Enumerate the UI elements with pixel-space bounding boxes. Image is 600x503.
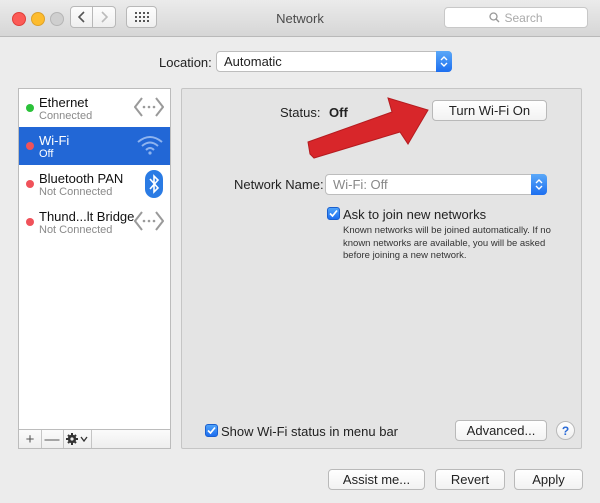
service-status: Connected: [39, 110, 93, 122]
service-status: Off: [39, 148, 54, 160]
network-name-select[interactable]: Wi-Fi: Off: [325, 174, 547, 195]
status-dot: [26, 180, 34, 188]
help-button[interactable]: ?: [556, 421, 575, 440]
service-item-bluetooth-pan[interactable]: Bluetooth PAN Not Connected: [19, 165, 170, 203]
service-item-wifi[interactable]: Wi-Fi Off: [19, 127, 170, 165]
advanced-button[interactable]: Advanced...: [455, 420, 547, 441]
location-value: Automatic: [224, 54, 282, 69]
wifi-icon: [137, 136, 163, 155]
remove-service-button[interactable]: —: [41, 430, 64, 448]
show-wifi-status-label: Show Wi-Fi status in menu bar: [221, 424, 399, 439]
assist-me-button[interactable]: Assist me...: [328, 469, 425, 490]
service-item-ethernet[interactable]: Ethernet Connected: [19, 89, 170, 127]
service-actions-button[interactable]: [63, 430, 92, 448]
network-name-value: Wi-Fi: Off: [333, 177, 388, 192]
location-select[interactable]: Automatic: [216, 51, 452, 72]
status-dot: [26, 218, 34, 226]
location-stepper[interactable]: [436, 51, 452, 72]
status-dot: [26, 104, 34, 112]
bluetooth-icon: [145, 170, 163, 198]
service-status: Not Connected: [39, 224, 113, 236]
service-name: Wi-Fi: [39, 133, 70, 148]
search-placeholder: Search: [504, 10, 543, 25]
service-list: Ethernet Connected Wi-Fi Off Bluetooth P…: [18, 88, 171, 430]
service-item-thunderbolt-bridge[interactable]: Thund...lt Bridge Not Connected: [19, 203, 170, 241]
gear-icon: [66, 433, 88, 445]
sidebar-toolbar: + —: [18, 429, 171, 449]
location-label: Location:: [159, 55, 212, 70]
search-icon: [489, 12, 500, 23]
checkmark-icon: [207, 426, 216, 435]
network-name-stepper[interactable]: [531, 174, 547, 195]
ask-to-join-help-text: Known networks will be joined automatica…: [343, 225, 551, 261]
status-dot: [26, 142, 34, 150]
service-status: Not Connected: [39, 186, 113, 198]
network-preferences-window: Network Search Location: Automatic Ether…: [0, 0, 600, 503]
up-down-arrows-icon: [535, 179, 543, 190]
ask-to-join-label: Ask to join new networks: [343, 207, 487, 222]
up-down-arrows-icon: [440, 56, 448, 67]
revert-button[interactable]: Revert: [435, 469, 505, 490]
ask-to-join-checkbox[interactable]: [327, 207, 340, 220]
service-name: Bluetooth PAN: [39, 171, 124, 186]
search-field[interactable]: Search: [444, 7, 588, 28]
ethernet-arrows-icon: [134, 97, 164, 117]
show-wifi-status-checkbox[interactable]: [205, 424, 218, 437]
annotation-arrow-icon: [307, 97, 429, 159]
service-name: Thund...lt Bridge: [39, 209, 135, 224]
add-service-button[interactable]: +: [19, 430, 42, 448]
thunderbolt-arrows-icon: [134, 211, 164, 231]
network-name-label: Network Name:: [234, 177, 324, 192]
checkmark-icon: [329, 209, 338, 218]
service-name: Ethernet: [39, 95, 89, 110]
turn-wifi-on-button[interactable]: Turn Wi-Fi On: [432, 100, 547, 121]
apply-button[interactable]: Apply: [514, 469, 583, 490]
title-bar: Network Search: [0, 0, 600, 37]
